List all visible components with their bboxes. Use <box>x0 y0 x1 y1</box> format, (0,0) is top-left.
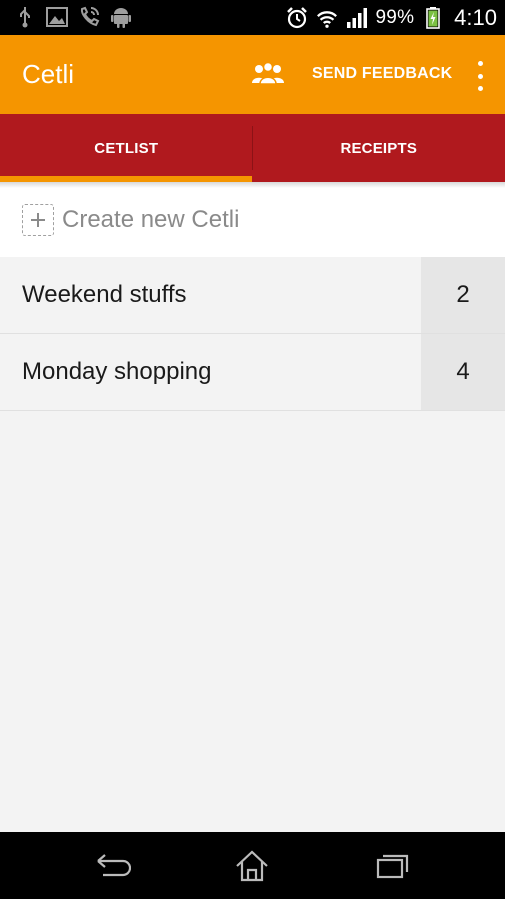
list-item[interactable]: Monday shopping 4 <box>0 334 505 411</box>
tab-cetlist[interactable]: CETLIST <box>0 114 253 182</box>
tab-receipts[interactable]: RECEIPTS <box>253 114 505 182</box>
cetli-list: Weekend stuffs 2 Monday shopping 4 <box>0 257 505 411</box>
home-icon[interactable] <box>232 850 272 882</box>
list-item-name: Monday shopping <box>22 358 212 385</box>
list-item[interactable]: Weekend stuffs 2 <box>0 257 505 334</box>
android-icon <box>110 6 132 28</box>
tab-bar: CETLIST RECEIPTS <box>0 114 505 182</box>
list-item-count: 4 <box>421 334 505 410</box>
status-bar: 99% 4:10 <box>0 0 505 35</box>
signal-icon <box>346 7 368 29</box>
wifi-icon <box>316 7 338 29</box>
alarm-icon <box>286 6 308 29</box>
create-new-cetli-row[interactable]: Create new Cetli <box>0 182 505 257</box>
send-feedback-button[interactable]: SEND FEEDBACK <box>312 65 452 83</box>
overflow-menu-icon[interactable] <box>472 61 488 91</box>
back-icon[interactable] <box>93 850 133 882</box>
list-item-name: Weekend stuffs <box>22 281 187 308</box>
list-item-count: 2 <box>421 257 505 333</box>
add-icon <box>22 204 54 236</box>
status-system: 99% 4:10 <box>286 0 497 35</box>
action-bar: Cetli SEND FEEDBACK <box>0 35 505 114</box>
create-new-cetli-label: Create new Cetli <box>62 206 240 233</box>
usb-icon <box>14 6 36 28</box>
navigation-bar <box>0 832 505 899</box>
app-title: Cetli <box>22 59 75 89</box>
recents-icon[interactable] <box>372 850 412 882</box>
clock: 4:10 <box>454 4 497 30</box>
status-notifications <box>14 6 132 28</box>
phone-icon <box>78 6 100 28</box>
people-icon[interactable] <box>250 61 286 87</box>
tab-divider <box>252 126 253 170</box>
tab-shadow <box>0 182 505 188</box>
battery-percent: 99% <box>375 6 415 28</box>
battery-icon <box>422 6 444 29</box>
image-icon <box>46 6 68 28</box>
